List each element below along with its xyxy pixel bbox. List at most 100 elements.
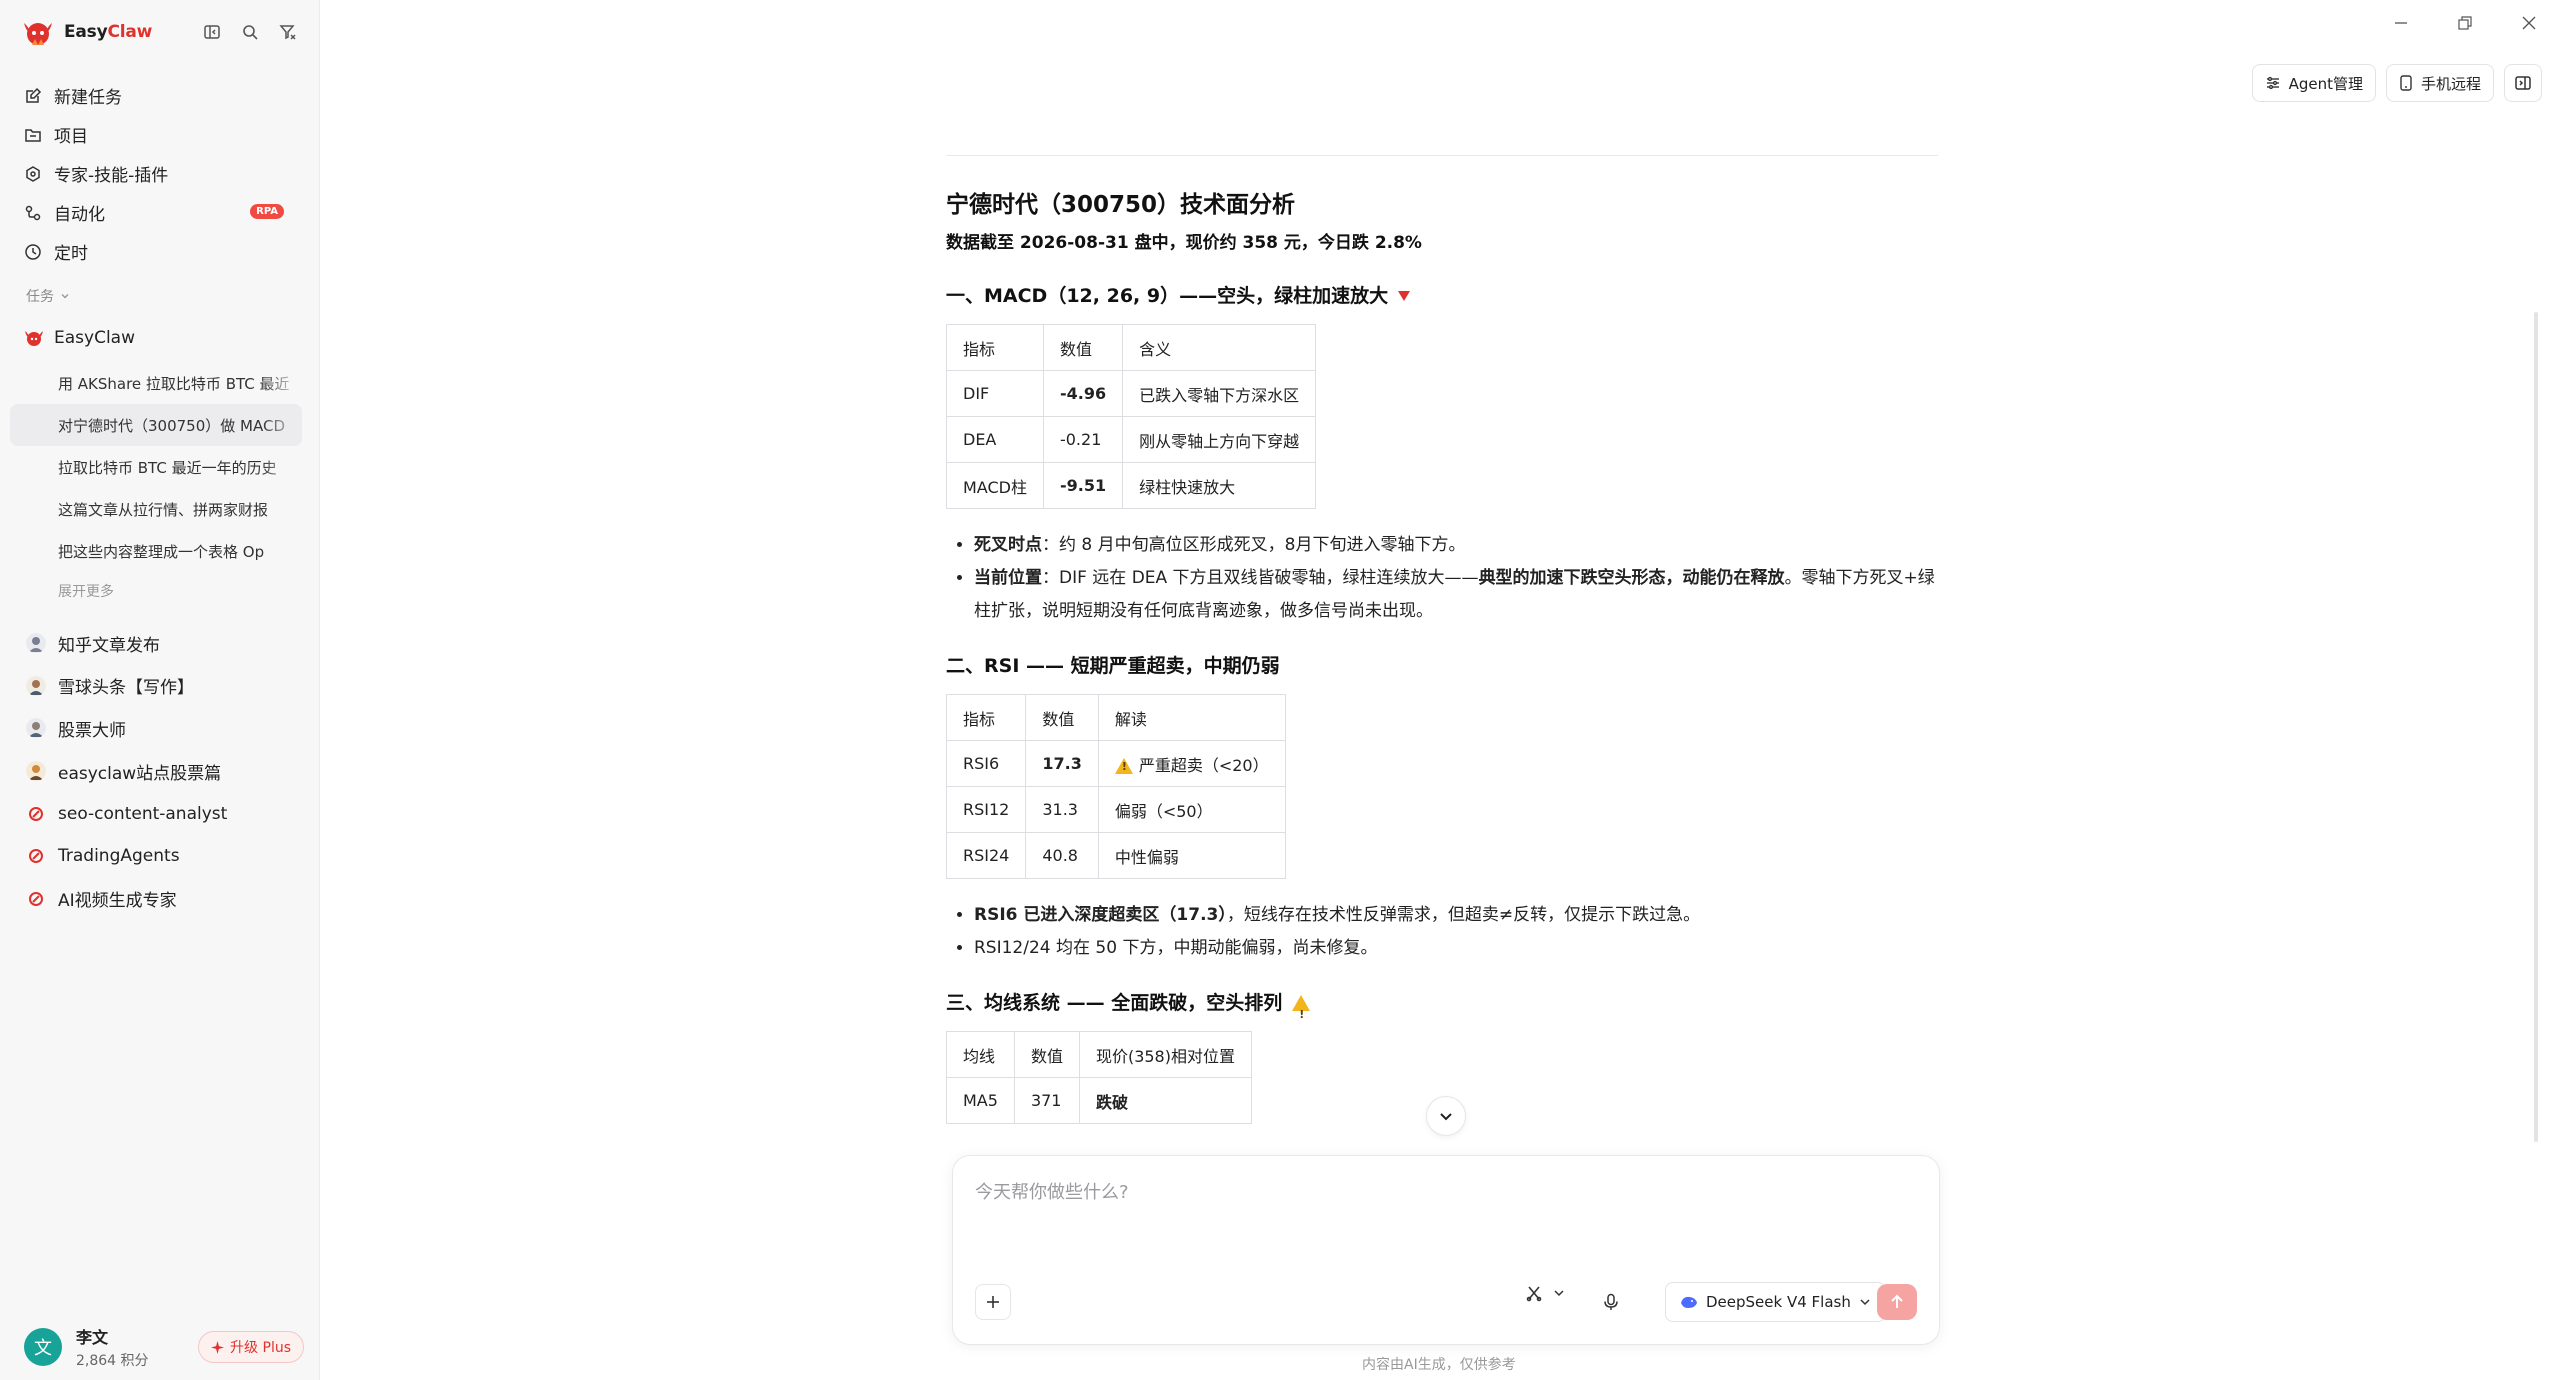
microphone-icon: [1604, 1293, 1618, 1310]
voice-input-button[interactable]: [1593, 1284, 1629, 1320]
table-header-row: 指标 数值 含义: [946, 324, 1317, 371]
folder-icon: [25, 128, 41, 142]
chevron-down-icon: [1440, 1113, 1452, 1121]
doc-subtitle: 数据截至 2026-08-31 盘中，现价约 358 元，今日跌 2.8%: [946, 233, 1422, 253]
person-avatar-icon: [26, 761, 46, 782]
macd-table: 指标 数值 含义 DIF -4.96 已跌入零轴下方深水区 DEA -0.21 刚从零轴上方…: [946, 324, 1317, 509]
task-item[interactable]: 用 AKShare 拉取比特币 BTC 最近: [10, 362, 302, 404]
rsi-notes: RSI6 已进入深度超卖区（17.3），短线存在技术性反弹需求，但超卖≠反转，仅…: [946, 899, 1938, 965]
warning-icon: [1292, 995, 1311, 1033]
easyclaw-logo-icon: [25, 331, 43, 346]
automation-icon: [25, 205, 41, 220]
macd-notes: 死叉时点：约 8 月中旬高位区形成死叉，8月下旬进入零轴下方。 当前位置：DIF…: [946, 529, 1938, 628]
table-header-row: 均线 数值 现价(358)相对位置: [946, 1031, 1252, 1078]
new-task-icon: [26, 87, 42, 103]
arrow-up-icon: [1891, 1294, 1903, 1308]
agent-item[interactable]: 股票大师: [10, 707, 310, 750]
nav-automation[interactable]: 自动化 RPA: [10, 193, 310, 232]
plugin-icon: [26, 889, 46, 909]
tasks-section-toggle[interactable]: 任务: [26, 286, 70, 306]
model-selector[interactable]: DeepSeek V4 Flash: [1665, 1282, 1886, 1322]
task-item[interactable]: 这篇文章从拉行情、拼两家财报: [10, 488, 302, 530]
tools-icon: [1526, 1286, 1542, 1302]
agent-item[interactable]: TradingAgents: [10, 835, 310, 878]
toggle-sidebar-icon[interactable]: [200, 20, 224, 44]
ai-disclaimer: 内容由AI生成，仅供参考: [1362, 1357, 1516, 1373]
filter-icon[interactable]: [276, 20, 300, 44]
person-avatar-icon: [26, 718, 46, 739]
task-item-active[interactable]: 对宁德时代（300750）做 MACD: [10, 404, 302, 446]
phone-remote-button[interactable]: 手机远程: [2385, 64, 2494, 102]
scroll-to-bottom-button[interactable]: [1426, 1096, 1466, 1136]
logo-icon: [20, 17, 56, 47]
agent-item[interactable]: easyclaw站点股票篇: [10, 750, 310, 793]
ma-table: 均线 数值 现价(358)相对位置 MA5 371 跌破: [946, 1031, 1252, 1124]
section-label: 任务: [26, 289, 54, 305]
nav-schedule[interactable]: 定时: [10, 232, 310, 271]
message-composer: 今天帮你做些什么? DeepSeek V4 Flash: [952, 1155, 1940, 1345]
macd-heading: 一、MACD（12, 26, 9）——空头，绿柱加速放大: [946, 278, 1938, 314]
puzzle-icon: [26, 165, 40, 182]
window-controls: [2392, 14, 2538, 32]
nav-label: 新建任务: [54, 88, 122, 108]
settings-list-icon: [2266, 76, 2279, 90]
chevron-down-icon: [61, 294, 69, 299]
agent-item[interactable]: seo-content-analyst: [10, 792, 310, 835]
app-window: EasyClaw 新建任务 项目 专家-技能-插件 自动化 RPA 定时 任务 …: [0, 0, 2560, 1380]
task-item[interactable]: 把这些内容整理成一个表格 Op: [10, 530, 302, 572]
table-row: DEA -0.21 刚从零轴上方向下穿越: [946, 416, 1317, 463]
user-name: 李文: [76, 1328, 109, 1347]
expand-more-link[interactable]: 展开更多: [10, 572, 302, 610]
list-item: RSI12/24 均在 50 下方，中期动能偏弱，尚未修复。: [974, 932, 1938, 965]
table-row: RSI24 40.8 中性偏弱: [946, 832, 1286, 879]
task-group-name: EasyClaw: [54, 328, 135, 348]
content-scrollbar[interactable]: [2534, 312, 2538, 1142]
send-button[interactable]: [1877, 1284, 1917, 1320]
brand[interactable]: EasyClaw: [20, 16, 152, 48]
message-input[interactable]: 今天帮你做些什么?: [975, 1178, 1129, 1204]
agent-item[interactable]: 雪球头条【写作】: [10, 665, 310, 708]
clock-icon: [25, 243, 41, 260]
agent-item[interactable]: AI视频生成专家: [10, 878, 310, 921]
nav-label: 项目: [54, 127, 88, 147]
phone-icon: [2400, 75, 2412, 91]
sidebar: EasyClaw 新建任务 项目 专家-技能-插件 自动化 RPA 定时 任务 …: [0, 0, 320, 1380]
brand-name: EasyClaw: [64, 22, 153, 42]
nav-expert-skills[interactable]: 专家-技能-插件: [10, 154, 310, 193]
table-row: MA5 371 跌破: [946, 1077, 1252, 1124]
panel-toggle-icon: [2515, 76, 2531, 90]
header-actions: Agent管理 手机远程: [2251, 64, 2542, 102]
nav-label: 自动化: [54, 205, 105, 225]
agent-manage-button[interactable]: Agent管理: [2251, 64, 2376, 102]
task-list: 用 AKShare 拉取比特币 BTC 最近 对宁德时代（300750）做 MA…: [10, 362, 302, 610]
task-item[interactable]: 拉取比特币 BTC 最近一年的历史: [10, 446, 302, 488]
sidebar-top-tools: [200, 20, 300, 44]
nav-label: 专家-技能-插件: [54, 166, 169, 186]
person-avatar-icon: [26, 633, 46, 654]
chevron-down-icon: [1860, 1299, 1870, 1306]
search-icon[interactable]: [238, 20, 262, 44]
sparkle-icon: [211, 1340, 225, 1354]
table-row: DIF -4.96 已跌入零轴下方深水区: [946, 370, 1317, 417]
table-row: MACD柱 -9.51 绿柱快速放大: [946, 462, 1317, 509]
warning-icon: [1114, 758, 1133, 774]
attach-button[interactable]: [975, 1284, 1011, 1320]
minimize-icon[interactable]: [2392, 14, 2410, 32]
tool-selector[interactable]: [1525, 1284, 1565, 1302]
task-group-easyclaw[interactable]: EasyClaw: [24, 328, 135, 348]
divider: [946, 155, 1938, 156]
restore-icon[interactable]: [2456, 14, 2474, 32]
nav-new-task[interactable]: 新建任务: [10, 76, 310, 115]
nav-project[interactable]: 项目: [10, 115, 310, 154]
toggle-panel-button[interactable]: [2504, 64, 2542, 102]
table-row: RSI617.3 严重超卖（<20）: [946, 740, 1286, 787]
rpa-badge: RPA: [250, 204, 284, 219]
person-avatar-icon: [26, 675, 46, 696]
plus-icon: [987, 1296, 999, 1308]
nav-label: 定时: [54, 244, 88, 264]
plugin-icon: [26, 804, 46, 824]
table-header-row: 指标 数值 解读: [946, 694, 1286, 741]
agent-item[interactable]: 知乎文章发布: [10, 622, 310, 665]
agent-list: 知乎文章发布 雪球头条【写作】 股票大师 easyclaw站点股票篇 seo-c…: [10, 622, 310, 920]
close-icon[interactable]: [2520, 14, 2538, 32]
